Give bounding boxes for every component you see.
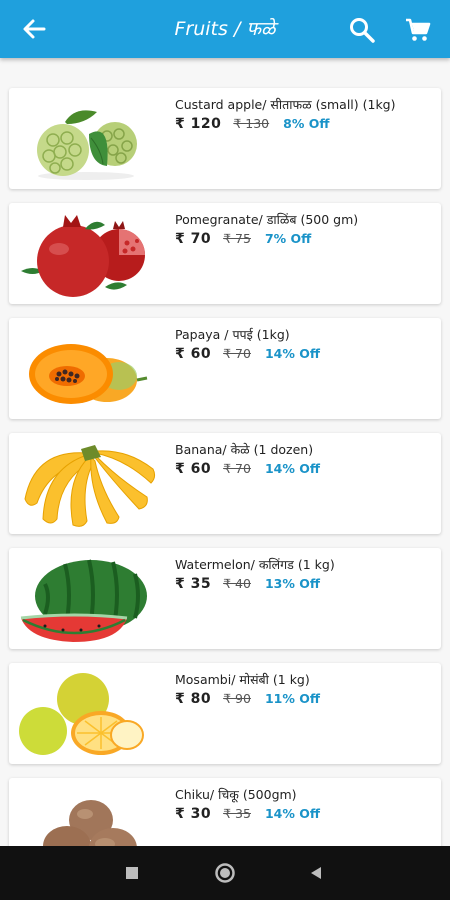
- discount-label: 14% Off: [264, 346, 320, 361]
- product-name: Custard apple/ सीताफळ (small) (1kg): [175, 97, 396, 112]
- banana-image: [24, 445, 156, 527]
- recents-button[interactable]: [118, 859, 146, 887]
- product-name: Papaya / पपई (1kg): [175, 327, 290, 342]
- product-price: ₹ 60: [175, 461, 212, 477]
- square-icon: [126, 867, 138, 879]
- product-mrp: ₹ 70: [223, 346, 251, 361]
- price-row: ₹ 80 ₹ 90 11% Off: [175, 691, 320, 707]
- chiku-image: [43, 800, 137, 846]
- home-button[interactable]: [211, 859, 239, 887]
- product-mrp: ₹ 75: [223, 231, 251, 246]
- discount-label: 8% Off: [283, 116, 330, 131]
- discount-label: 7% Off: [264, 231, 312, 246]
- product-name: Chiku/ चिकू (500gm): [175, 787, 297, 802]
- papaya-image: [29, 344, 148, 404]
- product-mrp: ₹ 130: [233, 116, 270, 131]
- search-icon: [350, 18, 375, 43]
- page-title: Fruits / फळे: [174, 18, 276, 40]
- back-nav-button[interactable]: [302, 859, 330, 887]
- price-row: ₹ 35 ₹ 40 13% Off: [175, 576, 320, 592]
- product-mrp: ₹ 90: [223, 691, 251, 706]
- product-card[interactable]: Custard apple/ सीताफळ (small) (1kg) ₹ 12…: [9, 88, 441, 189]
- discount-label: 13% Off: [264, 576, 320, 591]
- system-nav-bar: [0, 846, 450, 900]
- discount-label: 14% Off: [264, 806, 320, 821]
- discount-label: 11% Off: [264, 691, 320, 706]
- product-card[interactable]: Pomegranate/ डाळिंब (500 gm) ₹ 70 ₹ 75 7…: [9, 203, 441, 304]
- pomegranate-image: [21, 215, 145, 297]
- product-name: Pomegranate/ डाळिंब (500 gm): [175, 212, 359, 227]
- product-card[interactable]: Chiku/ चिकू (500gm) ₹ 30 ₹ 35 14% Off: [9, 778, 441, 846]
- product-price: ₹ 35: [175, 576, 212, 592]
- product-name: Mosambi/ मोसंबी (1 kg): [175, 672, 310, 687]
- product-price: ₹ 60: [175, 346, 212, 362]
- discount-label: 14% Off: [264, 461, 320, 476]
- product-mrp: ₹ 35: [223, 806, 251, 821]
- product-price: ₹ 80: [175, 691, 212, 707]
- product-list[interactable]: Custard apple/ सीताफळ (small) (1kg) ₹ 12…: [0, 58, 450, 846]
- product-price: ₹ 30: [175, 806, 212, 822]
- cart-icon: [406, 18, 431, 41]
- price-row: ₹ 60 ₹ 70 14% Off: [175, 346, 320, 362]
- product-name: Banana/ केळे (1 dozen): [175, 442, 314, 457]
- cart-button[interactable]: [400, 12, 436, 48]
- price-row: ₹ 60 ₹ 70 14% Off: [175, 461, 320, 477]
- product-card[interactable]: Mosambi/ मोसंबी (1 kg) ₹ 80 ₹ 90 11% Off: [9, 663, 441, 764]
- triangle-back-icon: [311, 867, 321, 879]
- product-mrp: ₹ 40: [223, 576, 251, 591]
- circle-icon: [215, 863, 235, 883]
- product-price: ₹ 70: [175, 231, 212, 247]
- product-card[interactable]: Papaya / पपई (1kg) ₹ 60 ₹ 70 14% Off: [9, 318, 441, 419]
- price-row: ₹ 30 ₹ 35 14% Off: [175, 806, 320, 822]
- product-card[interactable]: Watermelon/ कलिंगड (1 kg) ₹ 35 ₹ 40 13% …: [9, 548, 441, 649]
- mosambi-image: [19, 673, 144, 755]
- price-row: ₹ 120 ₹ 130 8% Off: [175, 116, 329, 132]
- product-card[interactable]: Banana/ केळे (1 dozen) ₹ 60 ₹ 70 14% Off: [9, 433, 441, 534]
- custard-apple-image: [37, 110, 137, 180]
- search-button[interactable]: [344, 12, 380, 48]
- product-name: Watermelon/ कलिंगड (1 kg): [175, 557, 335, 572]
- product-price: ₹ 120: [175, 116, 222, 132]
- product-mrp: ₹ 70: [223, 461, 251, 476]
- watermelon-image: [20, 559, 147, 642]
- app-bar: Fruits / फळे: [0, 0, 450, 58]
- price-row: ₹ 70 ₹ 75 7% Off: [175, 231, 311, 247]
